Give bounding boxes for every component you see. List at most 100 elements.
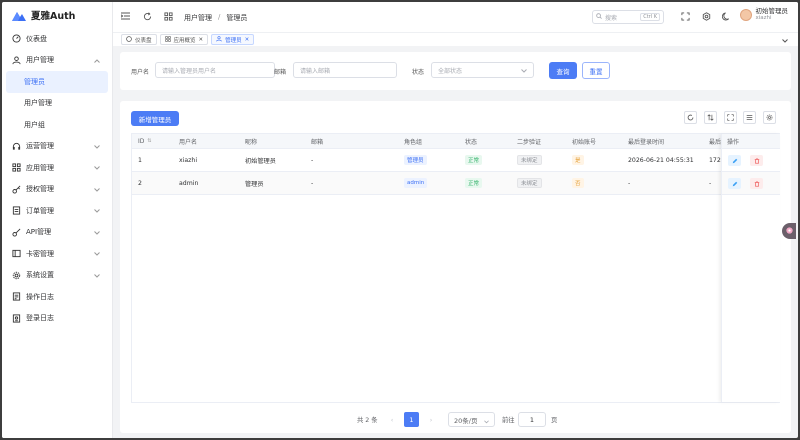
sidebar-item-authorization[interactable]: 授权管理 [6, 179, 108, 201]
sidebar-item-orders[interactable]: 订单管理 [6, 200, 108, 222]
page-suffix: 页 [551, 417, 558, 424]
sidebar-item-user-groups[interactable]: 用户组 [6, 114, 108, 136]
menu-fold-icon[interactable] [121, 12, 130, 20]
trash-icon [754, 180, 759, 187]
pencil-icon [732, 181, 737, 186]
floating-assistant-button[interactable] [782, 223, 796, 239]
fullscreen-icon[interactable] [681, 12, 690, 21]
chevron-up-icon [94, 57, 100, 65]
flower-icon [785, 226, 794, 237]
role-tag: admin [404, 178, 428, 188]
sidebar-item-cards[interactable]: 卡密管理 [6, 243, 108, 265]
admin-table: ID ⇅ 用户名 昵称 邮箱 角色组 状态 二步验证 初始账号 最后登录时间 最后… [131, 133, 780, 403]
tab-dashboard[interactable]: 仪表盘 [121, 34, 157, 45]
sidebar-item-label: 登录日志 [26, 314, 54, 323]
tab-label: 管理员 [225, 37, 242, 44]
sidebar-item-api[interactable]: API管理 [6, 222, 108, 244]
status-badge: 正常 [465, 178, 483, 188]
refresh-button[interactable] [684, 111, 697, 124]
2fa-badge: 未绑定 [517, 155, 542, 165]
refresh-icon[interactable] [143, 12, 152, 21]
tab-app-overview[interactable]: 应用概览 ✕ [159, 34, 209, 45]
sort-icon: ⇅ [147, 138, 152, 144]
column-header-nickname: 昵称 [245, 138, 258, 146]
sidebar-item-operation-log[interactable]: 操作日志 [6, 286, 108, 308]
goto-page-input[interactable]: 1 [518, 412, 546, 427]
page-number-button[interactable]: 1 [404, 412, 419, 427]
column-header-username: 用户名 [179, 138, 198, 146]
delete-button[interactable] [750, 178, 763, 189]
delete-button[interactable] [750, 155, 763, 166]
reset-button[interactable]: 重置 [582, 62, 610, 79]
column-header-id[interactable]: ID ⇅ [138, 134, 152, 148]
prev-page-button[interactable]: ‹ [385, 412, 399, 427]
fullscreen-button[interactable] [724, 111, 737, 124]
tab-bar: 仪表盘 应用概览 ✕ 管理员 ✕ [113, 32, 798, 46]
grid-icon [164, 35, 171, 44]
breadcrumb-item[interactable]: 用户管理 [184, 13, 212, 23]
column-settings-button[interactable] [743, 111, 756, 124]
logo-icon [12, 11, 26, 21]
tab-label: 应用概览 [173, 37, 196, 44]
column-header-status: 状态 [465, 138, 478, 146]
apps-grid-icon[interactable] [164, 12, 173, 21]
close-icon[interactable]: ✕ [245, 37, 250, 43]
status-select[interactable]: 全部状态 [431, 62, 534, 78]
api-key-icon [12, 228, 21, 237]
query-button[interactable]: 查询 [549, 62, 577, 79]
column-header-last-login: 最后登录时间 [628, 138, 665, 146]
sidebar-item-label: 授权管理 [26, 185, 54, 194]
edit-button[interactable] [728, 155, 741, 166]
email-input[interactable]: 请输入邮箱 [293, 62, 397, 78]
close-icon[interactable]: ✕ [199, 37, 204, 43]
chevron-down-icon [521, 68, 527, 75]
dashboard-icon [126, 35, 132, 44]
sidebar-item-settings[interactable]: 系统设置 [6, 265, 108, 287]
log-icon [12, 292, 21, 301]
chevron-down-icon [484, 418, 489, 426]
logo[interactable]: 夏雅Auth [2, 2, 112, 28]
sidebar-item-dashboard[interactable]: 仪表盘 [6, 28, 108, 50]
moon-icon[interactable] [722, 12, 731, 21]
settings-icon[interactable] [702, 12, 711, 21]
sidebar-item-label: 操作日志 [26, 292, 54, 301]
tab-admins[interactable]: 管理员 ✕ [211, 34, 255, 45]
cell-last-ip: 172 [709, 156, 721, 164]
pagination-total: 共 2 条 [357, 417, 378, 424]
operations-column: 操作 [721, 134, 780, 402]
sidebar-item-label: 用户组 [24, 120, 45, 129]
status-label: 状态 [412, 69, 425, 76]
chevron-down-icon[interactable] [782, 37, 788, 45]
cell-email: - [311, 179, 314, 187]
column-header-initial: 初始账号 [572, 138, 597, 146]
user-menu[interactable]: 初始管理员 xiazhi [739, 7, 788, 22]
sidebar-menu: 仪表盘 用户管理 管理员 用户管理 用户组 运营管理 应用管理 授权管理 订单管… [2, 28, 112, 329]
table-settings-button[interactable] [763, 111, 776, 124]
headset-icon [12, 142, 21, 151]
search-input[interactable]: 搜索 Ctrl K [592, 10, 664, 24]
edit-button[interactable] [728, 178, 741, 189]
column-header-email: 邮箱 [311, 138, 324, 146]
refresh-icon [687, 114, 694, 121]
cell-id: 2 [138, 179, 142, 187]
sidebar-item-label: 系统设置 [26, 271, 54, 280]
table-row: 2 admin 管理员 - admin 正常 未绑定 否 - - [132, 172, 779, 195]
sidebar-item-admins[interactable]: 管理员 [6, 71, 108, 93]
sidebar-item-login-log[interactable]: 登录日志 [6, 308, 108, 330]
username-label: 用户名 [131, 69, 150, 76]
page-size-select[interactable]: 20条/页 [448, 412, 495, 427]
cell-nickname: 管理员 [245, 180, 264, 188]
cell-nickname: 初始管理员 [245, 157, 276, 165]
cell-email: - [311, 156, 314, 164]
column-header-operations: 操作 [727, 138, 740, 146]
sidebar-item-apps[interactable]: 应用管理 [6, 157, 108, 179]
sidebar: 夏雅Auth 仪表盘 用户管理 管理员 用户管理 用户组 运营管理 应用管理 授… [2, 2, 113, 438]
sort-button[interactable] [704, 111, 717, 124]
next-page-button[interactable]: › [424, 412, 438, 427]
add-admin-button[interactable]: 新增管理员 [131, 111, 179, 126]
pencil-icon [732, 158, 737, 163]
sidebar-item-user-management[interactable]: 用户管理 [6, 50, 108, 72]
sidebar-item-users[interactable]: 用户管理 [6, 93, 108, 115]
sidebar-item-operations[interactable]: 运营管理 [6, 136, 108, 158]
username-input[interactable]: 请输入管理员用户名 [155, 62, 275, 78]
